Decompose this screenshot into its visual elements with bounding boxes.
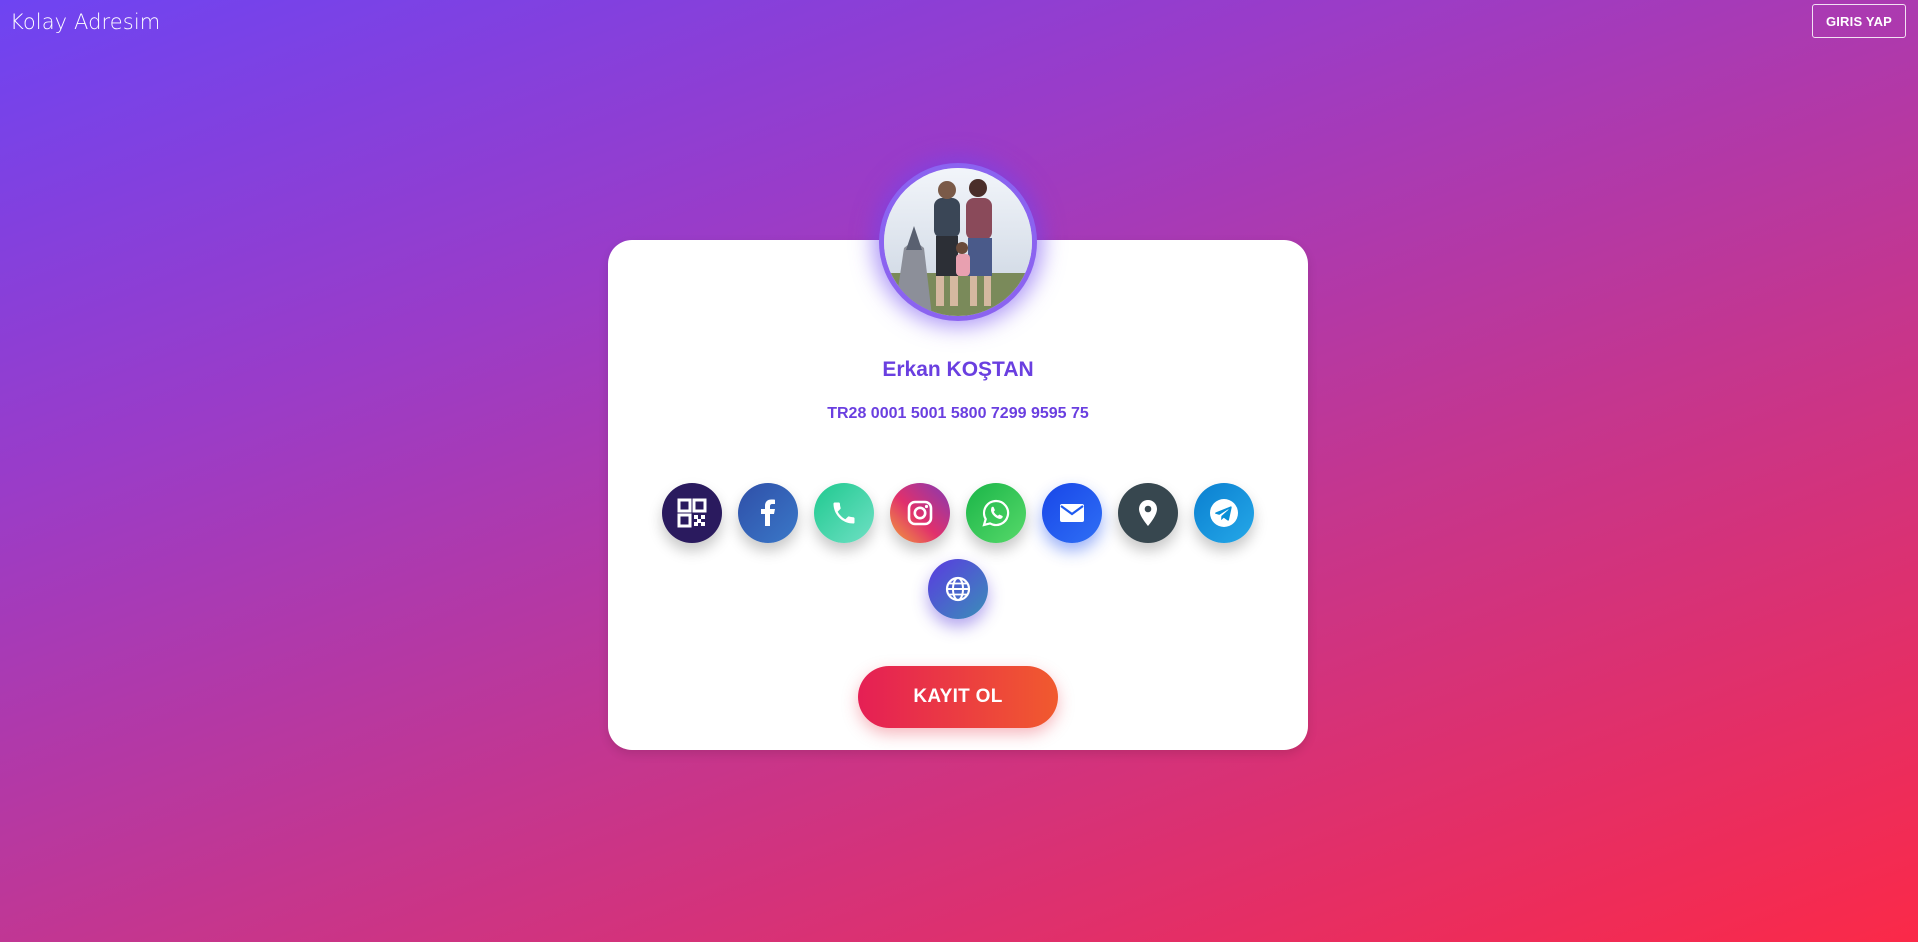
telegram-button[interactable]: [1194, 483, 1254, 543]
instagram-button[interactable]: [890, 483, 950, 543]
profile-iban: TR28 0001 5001 5800 7299 9595 75: [827, 405, 1089, 422]
instagram-icon: [907, 500, 933, 526]
brand-logo-text[interactable]: Kolay Adresim: [10, 10, 160, 34]
facebook-button[interactable]: [738, 483, 798, 543]
phone-button[interactable]: [814, 483, 874, 543]
mail-icon: [1060, 504, 1084, 522]
login-button[interactable]: GIRIS YAP: [1812, 4, 1906, 38]
phone-icon: [833, 502, 855, 524]
avatar: [879, 163, 1037, 321]
avatar-photo: [884, 168, 1032, 316]
whatsapp-button[interactable]: [966, 483, 1026, 543]
telegram-icon: [1210, 499, 1238, 527]
website-button[interactable]: [928, 559, 988, 619]
qr-code-icon: [677, 498, 707, 528]
email-button[interactable]: [1042, 483, 1102, 543]
location-button[interactable]: [1118, 483, 1178, 543]
register-button[interactable]: KAYIT OL: [858, 666, 1058, 728]
facebook-icon: [761, 499, 775, 526]
map-pin-icon: [1139, 500, 1157, 526]
qr-code-button[interactable]: [662, 483, 722, 543]
profile-name: Erkan KOŞTAN: [882, 358, 1034, 381]
whatsapp-icon: [982, 499, 1010, 527]
globe-icon: [945, 576, 971, 602]
